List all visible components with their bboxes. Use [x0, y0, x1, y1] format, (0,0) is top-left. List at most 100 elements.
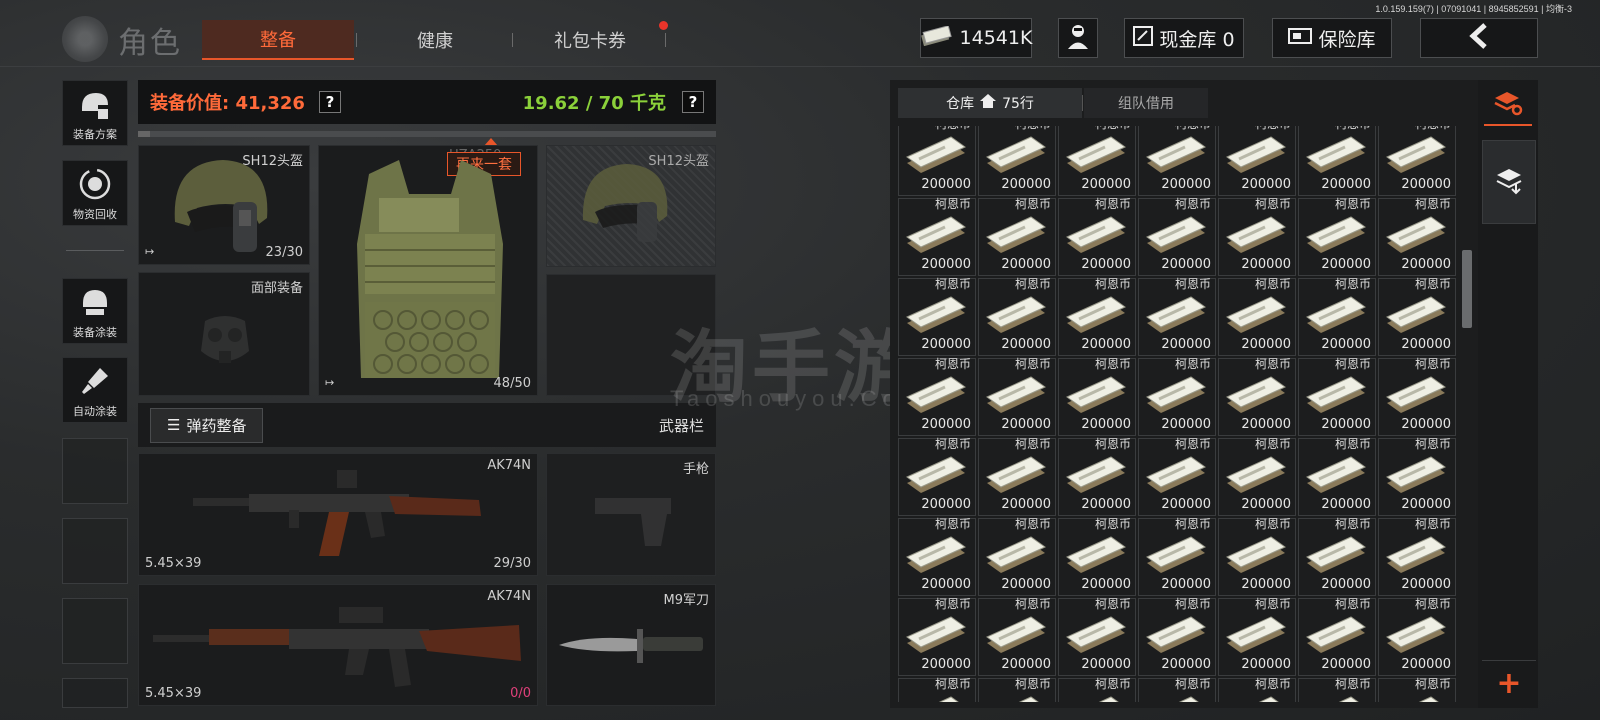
item-name: 柯恩币 — [1014, 277, 1051, 291]
warehouse-item[interactable]: 柯恩币200000 — [1138, 357, 1216, 436]
sidebar-supply-recycle[interactable]: 物资回收 — [62, 160, 128, 226]
warehouse-item[interactable]: 柯恩币200000 — [1138, 677, 1216, 702]
pistol-slot[interactable]: 手枪 — [546, 453, 716, 576]
warehouse-item[interactable]: 柯恩币200000 — [978, 357, 1056, 436]
tab-gift-coupons[interactable]: 礼包卡券 — [516, 20, 664, 60]
warehouse-item[interactable]: 柯恩币200000 — [1058, 597, 1136, 676]
warehouse-item[interactable]: 柯恩币200000 — [1218, 277, 1296, 356]
unequip-icon[interactable]: ↦ — [145, 245, 154, 258]
add-button[interactable]: + — [1482, 660, 1536, 706]
item-amount: 200000 — [1161, 337, 1211, 352]
warehouse-item[interactable]: 柯恩币200000 — [898, 437, 976, 516]
helmet-slot[interactable]: SH12头盔 ↦ 23/30 — [138, 145, 310, 265]
warehouse-item[interactable]: 柯恩币200000 — [1378, 677, 1456, 702]
warehouse-item[interactable]: 柯恩币200000 — [1218, 677, 1296, 702]
insurance-vault-button[interactable]: 保险库 — [1272, 18, 1392, 58]
cash-stack-icon — [1306, 376, 1366, 413]
tab-divider — [512, 33, 513, 47]
insurance-label: 保险库 — [1318, 28, 1376, 51]
warehouse-item[interactable]: 柯恩币200000 — [1378, 126, 1456, 196]
tab-team-borrow[interactable]: 组队借用 — [1084, 88, 1208, 118]
help-icon[interactable]: ? — [682, 91, 704, 113]
warehouse-item[interactable]: 柯恩币200000 — [898, 597, 976, 676]
secondary-weapon-slot[interactable]: AK74N 5.45×39 0/0 — [138, 584, 538, 706]
tab-equipment[interactable]: 整备 — [202, 20, 354, 60]
warehouse-item[interactable]: 柯恩币200000 — [978, 677, 1056, 702]
spare-helmet-slot[interactable]: SH12头盔 — [546, 145, 716, 267]
warehouse-grid: 柯恩币 200000 柯恩币 200000 柯恩币 200000 柯恩币 200000 柯恩币 2… — [898, 126, 1456, 702]
warehouse-item[interactable]: 柯恩币200000 — [1058, 126, 1136, 196]
organize-button[interactable] — [1482, 140, 1536, 224]
warehouse-item[interactable]: 柯恩币200000 — [1298, 357, 1376, 436]
warehouse-item[interactable]: 柯恩币200000 — [978, 517, 1056, 596]
warehouse-item[interactable]: 柯恩币200000 — [1218, 437, 1296, 516]
warehouse-item[interactable]: 柯恩币200000 — [1378, 437, 1456, 516]
warehouse-item[interactable]: 柯恩币200000 — [1298, 437, 1376, 516]
warehouse-item[interactable]: 柯恩币200000 — [1138, 277, 1216, 356]
warehouse-item[interactable]: 柯恩币200000 — [1218, 197, 1296, 276]
tab-warehouse[interactable]: 仓库 75行 — [898, 88, 1082, 118]
cash-stack-icon — [1066, 616, 1126, 653]
warehouse-item[interactable]: 柯恩币200000 — [1058, 197, 1136, 276]
warehouse-item[interactable]: 柯恩币200000 — [1218, 517, 1296, 596]
warehouse-item[interactable]: 柯恩币200000 — [978, 437, 1056, 516]
warehouse-item[interactable]: 柯恩币200000 — [1058, 517, 1136, 596]
warehouse-item[interactable]: 柯恩币200000 — [898, 677, 976, 702]
cash-stack-icon — [1306, 296, 1366, 333]
back-button[interactable] — [1420, 18, 1538, 58]
face-gear-slot[interactable]: 面部装备 — [138, 272, 310, 396]
sort-button[interactable] — [1484, 86, 1532, 126]
warehouse-item[interactable]: 柯恩币200000 — [1298, 197, 1376, 276]
warehouse-item[interactable]: 柯恩币200000 — [898, 357, 976, 436]
ammo-prep-button[interactable]: ☰ 弹药整备 — [150, 407, 264, 443]
stack-refresh-icon — [1493, 90, 1523, 120]
warehouse-item[interactable]: 柯恩币200000 — [1298, 126, 1376, 196]
warehouse-item[interactable]: 柯恩币200000 — [898, 126, 976, 196]
sidebar-skin[interactable]: 装备涂装 — [62, 278, 128, 344]
warehouse-item[interactable]: 柯恩币200000 — [1138, 437, 1216, 516]
warehouse-item[interactable]: 柯恩币200000 — [1058, 437, 1136, 516]
cash-stack-icon — [938, 696, 959, 702]
sidebar-auto-skin[interactable]: 自动涂装 — [62, 357, 128, 423]
warehouse-item[interactable]: 柯恩币200000 — [1378, 197, 1456, 276]
warehouse-item[interactable]: 柯恩币200000 — [978, 126, 1056, 196]
warehouse-item[interactable]: 柯恩币200000 — [1138, 197, 1216, 276]
warehouse-item[interactable]: 柯恩币200000 — [1138, 126, 1216, 196]
warehouse-item[interactable]: 柯恩币200000 — [898, 517, 976, 596]
operator-button[interactable] — [1058, 18, 1098, 58]
warehouse-item[interactable]: 柯恩币200000 — [1218, 357, 1296, 436]
warehouse-item[interactable]: 柯恩币200000 — [1218, 597, 1296, 676]
tab-health[interactable]: 健康 — [360, 20, 510, 60]
warehouse-item[interactable]: 柯恩币200000 — [1298, 677, 1376, 702]
warehouse-item[interactable]: 柯恩币200000 — [1298, 277, 1376, 356]
warehouse-item[interactable]: 柯恩币200000 — [898, 197, 976, 276]
warehouse-item[interactable]: 柯恩币200000 — [1138, 517, 1216, 596]
unequip-icon[interactable]: ↦ — [325, 376, 334, 389]
sidebar-label: 物资回收 — [73, 208, 117, 221]
helmet-image — [582, 164, 668, 242]
character-logo — [62, 16, 108, 62]
warehouse-item[interactable]: 柯恩币200000 — [1378, 517, 1456, 596]
warehouse-item[interactable]: 柯恩币200000 — [1378, 357, 1456, 436]
warehouse-item[interactable]: 柯恩币200000 — [1058, 677, 1136, 702]
warehouse-item[interactable]: 柯恩币200000 — [898, 277, 976, 356]
warehouse-item[interactable]: 柯恩币200000 — [1298, 517, 1376, 596]
warehouse-item[interactable]: 柯恩币200000 — [1058, 277, 1136, 356]
currency-display[interactable]: 14541K — [920, 18, 1032, 58]
sidebar-loadout-plan[interactable]: 装备方案 — [62, 80, 128, 146]
cash-vault-button[interactable]: 现金库 0 — [1124, 18, 1244, 58]
melee-slot[interactable]: M9军刀 — [546, 584, 716, 706]
warehouse-item[interactable]: 柯恩币200000 — [1378, 597, 1456, 676]
warehouse-scrollbar[interactable] — [1462, 250, 1472, 328]
armor-vest-slot[interactable]: HZA250 再来一套 ↦ 48/50 — [318, 145, 538, 396]
warehouse-item[interactable]: 柯恩币200000 — [1218, 126, 1296, 196]
warehouse-item[interactable]: 柯恩币200000 — [978, 597, 1056, 676]
warehouse-item[interactable]: 柯恩币200000 — [1378, 277, 1456, 356]
help-icon[interactable]: ? — [318, 91, 341, 113]
warehouse-item[interactable]: 柯恩币200000 — [1298, 597, 1376, 676]
warehouse-item[interactable]: 柯恩币200000 — [978, 277, 1056, 356]
primary-weapon-slot[interactable]: AK74N 5.45×39 29/30 — [138, 453, 538, 576]
warehouse-item[interactable]: 柯恩币200000 — [1058, 357, 1136, 436]
warehouse-item[interactable]: 柯恩币200000 — [1138, 597, 1216, 676]
warehouse-item[interactable]: 柯恩币200000 — [978, 197, 1056, 276]
